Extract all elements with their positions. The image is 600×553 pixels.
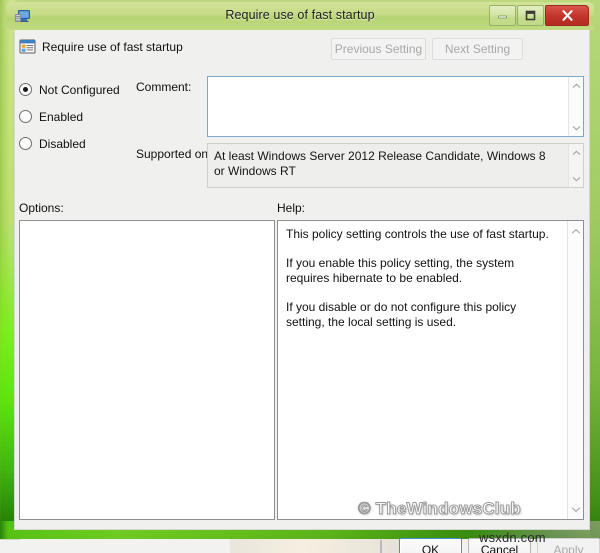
radio-mark-not-configured[interactable] <box>19 83 32 96</box>
radio-not-configured[interactable]: Not Configured <box>19 78 139 101</box>
policy-title: Require use of fast startup <box>42 40 183 54</box>
computer-policy-icon <box>14 7 32 25</box>
previous-setting-button[interactable]: Previous Setting <box>331 38 426 60</box>
apply-button[interactable]: Apply <box>537 538 600 553</box>
chevron-down-icon[interactable] <box>569 120 584 135</box>
options-panel[interactable] <box>19 220 275 520</box>
policy-setting-icon <box>19 38 36 55</box>
chevron-up-icon[interactable] <box>569 78 584 93</box>
help-label: Help: <box>277 201 306 215</box>
radio-enabled[interactable]: Enabled <box>19 105 139 128</box>
close-icon[interactable] <box>545 5 589 26</box>
next-setting-button[interactable]: Next Setting <box>432 38 523 60</box>
help-panel[interactable]: This policy setting controls the use of … <box>277 220 584 520</box>
radio-label-not-configured: Not Configured <box>39 82 120 97</box>
help-scrollbar[interactable] <box>567 221 583 519</box>
background-window-edge <box>380 540 382 553</box>
ok-button[interactable]: OK <box>399 538 462 553</box>
options-label: Options: <box>19 201 64 215</box>
maximize-icon[interactable] <box>517 5 544 26</box>
radio-mark-disabled[interactable] <box>19 137 32 150</box>
chevron-down-icon[interactable] <box>568 501 583 517</box>
radio-disabled[interactable]: Disabled <box>19 132 139 155</box>
help-paragraph: If you disable or do not configure this … <box>286 299 517 330</box>
help-text: This policy setting controls the use of … <box>286 227 554 331</box>
supported-on-field: At least Windows Server 2012 Release Can… <box>207 143 584 188</box>
supported-on-value: At least Windows Server 2012 Release Can… <box>214 149 546 178</box>
title-bar[interactable]: Require use of fast startup <box>6 2 594 30</box>
window-controls <box>488 5 589 26</box>
site-watermark: wsxdn.com <box>479 530 546 545</box>
comment-input[interactable] <box>207 76 584 137</box>
thewindowsclub-watermark: © TheWindowsClub <box>358 499 522 519</box>
dialog-client-area: Require use of fast startup Previous Set… <box>14 30 600 553</box>
help-paragraph: If you enable this policy setting, the s… <box>286 255 515 286</box>
chevron-up-icon[interactable] <box>568 223 583 239</box>
minimize-icon[interactable] <box>489 5 516 26</box>
chevron-down-icon[interactable] <box>569 171 584 186</box>
supported-on-scrollbar[interactable] <box>568 144 583 187</box>
frame-glow-right <box>590 0 600 539</box>
comment-label: Comment: <box>136 80 192 94</box>
chevron-up-icon[interactable] <box>569 145 584 160</box>
help-paragraph: This policy setting controls the use of … <box>286 227 549 241</box>
supported-on-label: Supported on: <box>136 147 212 161</box>
policy-header: Require use of fast startup Previous Set… <box>15 30 589 66</box>
screenshot-root: Require use of fast startup Require use … <box>0 0 600 553</box>
policy-state-radio-group: Not Configured Enabled Disabled <box>19 78 139 159</box>
comment-scrollbar[interactable] <box>568 77 583 136</box>
radio-label-enabled: Enabled <box>39 109 84 124</box>
radio-mark-enabled[interactable] <box>19 110 32 123</box>
radio-label-disabled: Disabled <box>39 136 86 151</box>
